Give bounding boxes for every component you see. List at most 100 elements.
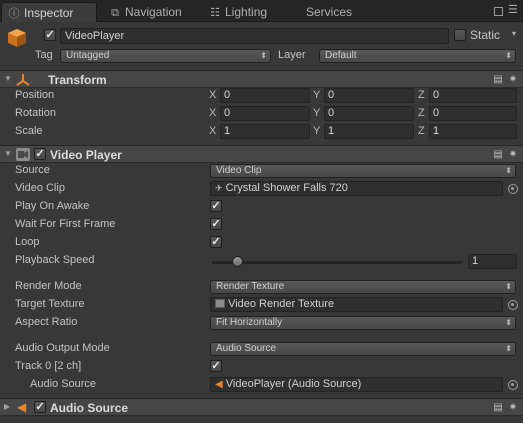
tab-inspector[interactable]: ⓘ Inspector [1, 2, 97, 22]
tab-inspector-label: Inspector [24, 6, 74, 20]
position-z-field[interactable]: 0 [429, 88, 517, 103]
render-mode-value: Render Texture [216, 281, 285, 292]
tab-navigation[interactable]: ⧉ Navigation [103, 2, 199, 22]
layer-dropdown[interactable]: Default ⬍ [319, 49, 516, 63]
help-book-icon[interactable]: ▤ [492, 74, 504, 85]
axis-y-label[interactable]: Y [313, 89, 320, 101]
scale-y-field[interactable]: 1 [324, 124, 414, 139]
menu-icon[interactable]: ☰ [508, 4, 518, 16]
track-enabled-checkbox[interactable]: ✓ [210, 360, 222, 372]
play-on-awake-label: Play On Awake [15, 200, 90, 212]
dropdown-arrow-icon: ⬍ [505, 344, 512, 353]
source-dropdown[interactable]: Video Clip ⬍ [210, 164, 516, 178]
audio-source-field[interactable]: ◀ VideoPlayer (Audio Source) [210, 377, 503, 392]
info-icon: ⓘ [8, 8, 20, 20]
tag-dropdown[interactable]: Untagged ⬍ [60, 49, 271, 63]
aspect-ratio-dropdown[interactable]: Fit Horizontally ⬍ [210, 316, 516, 330]
tab-bar: ⓘ Inspector ⧉ Navigation ☷ Lighting ☁Servic… [0, 0, 523, 22]
audio-output-mode-dropdown[interactable]: Audio Source ⬍ [210, 342, 516, 356]
aspect-ratio-value: Fit Horizontally [216, 317, 283, 328]
playback-speed-track[interactable] [212, 261, 462, 264]
lock-icon[interactable] [494, 7, 503, 16]
source-value: Video Clip [216, 165, 262, 176]
dropdown-arrow-icon: ⬍ [505, 51, 512, 60]
scale-label: Scale [15, 125, 43, 137]
audio-source-speaker-icon: ◀ [17, 400, 27, 414]
foldout-expanded-icon[interactable]: ▼ [4, 74, 12, 83]
target-texture-field[interactable]: Video Render Texture [210, 297, 503, 312]
tab-services[interactable]: ☁Services [300, 2, 370, 22]
axis-z-label[interactable]: Z [418, 125, 425, 137]
help-book-icon[interactable]: ▤ [492, 149, 504, 160]
static-checkbox[interactable] [454, 29, 466, 41]
object-picker-icon[interactable] [508, 380, 518, 390]
rotation-y-field[interactable]: 0 [324, 106, 414, 121]
dropdown-arrow-icon: ⬍ [505, 318, 512, 327]
render-texture-icon [215, 299, 225, 308]
video-player-icon [16, 148, 30, 161]
transform-header[interactable]: ▼ Transform ▤ ✷ [0, 70, 523, 88]
axis-x-label[interactable]: X [209, 89, 216, 101]
source-label: Source [15, 164, 50, 176]
video-clip-asset-icon: ✈ [215, 183, 223, 193]
rotation-z-field[interactable]: 0 [429, 106, 517, 121]
object-picker-icon[interactable] [508, 184, 518, 194]
audio-source-enabled-checkbox[interactable]: ✓ [34, 401, 46, 413]
foldout-expanded-icon[interactable]: ▼ [4, 149, 12, 158]
position-label: Position [15, 89, 55, 101]
object-picker-icon[interactable] [508, 300, 518, 310]
gear-icon[interactable]: ✷ [507, 402, 519, 413]
video-player-title: Video Player [50, 148, 122, 162]
playback-speed-field[interactable]: 1 [468, 254, 517, 269]
playback-speed-label: Playback Speed [15, 254, 95, 266]
gameobject-icon [7, 28, 27, 48]
scale-z-field[interactable]: 1 [429, 124, 517, 139]
static-label: Static [470, 28, 501, 42]
tab-lighting[interactable]: ☷ Lighting [203, 2, 293, 22]
name-field[interactable]: VideoPlayer [60, 28, 449, 44]
aspect-ratio-label: Aspect Ratio [15, 316, 78, 328]
axis-x-label[interactable]: X [209, 125, 216, 137]
gear-icon[interactable]: ✷ [507, 74, 519, 85]
target-texture-label: Target Texture [15, 298, 85, 310]
static-dropdown-arrow[interactable]: ▾ [512, 29, 516, 38]
target-texture-value: Video Render Texture [228, 298, 335, 310]
video-clip-label: Video Clip [15, 182, 65, 194]
video-player-enabled-checkbox[interactable]: ✓ [34, 148, 46, 160]
audio-source-value: VideoPlayer (Audio Source) [225, 378, 362, 390]
foldout-collapsed-icon[interactable]: ▶ [4, 402, 10, 411]
wait-first-frame-label: Wait For First Frame [15, 218, 116, 230]
tab-services-label: Services [306, 5, 353, 19]
playback-speed-slider-thumb[interactable] [232, 256, 243, 267]
video-clip-field[interactable]: ✈ Crystal Shower Falls 720 [210, 181, 503, 196]
position-y-field[interactable]: 0 [324, 88, 414, 103]
axis-y-label[interactable]: Y [313, 125, 320, 137]
video-player-header[interactable]: ▼ ✓ Video Player ▤ ✷ [0, 145, 523, 163]
transform-icon [16, 73, 30, 87]
video-clip-value: Crystal Shower Falls 720 [225, 182, 348, 194]
axis-x-label[interactable]: X [209, 107, 216, 119]
active-checkbox[interactable]: ✓ [44, 29, 56, 41]
help-book-icon[interactable]: ▤ [492, 402, 504, 413]
rotation-x-field[interactable]: 0 [220, 106, 310, 121]
axis-z-label[interactable]: Z [418, 107, 425, 119]
scale-x-field[interactable]: 1 [220, 124, 310, 139]
transform-title: Transform [48, 73, 107, 87]
render-mode-dropdown[interactable]: Render Texture ⬍ [210, 280, 516, 294]
audio-source-header[interactable]: ▶ ◀ ✓ Audio Source ▤ ✷ [0, 398, 523, 416]
axis-z-label[interactable]: Z [418, 89, 425, 101]
navigation-icon: ⧉ [111, 7, 119, 19]
speaker-icon: ◀ [215, 379, 223, 390]
lighting-icon: ☷ [210, 7, 220, 19]
layer-value: Default [325, 50, 357, 61]
audio-output-mode-label: Audio Output Mode [15, 342, 110, 354]
loop-checkbox[interactable]: ✓ [210, 236, 222, 248]
dropdown-arrow-icon: ⬍ [505, 166, 512, 175]
axis-y-label[interactable]: Y [313, 107, 320, 119]
audio-output-mode-value: Audio Source [216, 343, 277, 354]
position-x-field[interactable]: 0 [220, 88, 310, 103]
gear-icon[interactable]: ✷ [507, 149, 519, 160]
wait-first-frame-checkbox[interactable]: ✓ [210, 218, 222, 230]
play-on-awake-checkbox[interactable]: ✓ [210, 200, 222, 212]
tab-lighting-label: Lighting [225, 5, 268, 19]
